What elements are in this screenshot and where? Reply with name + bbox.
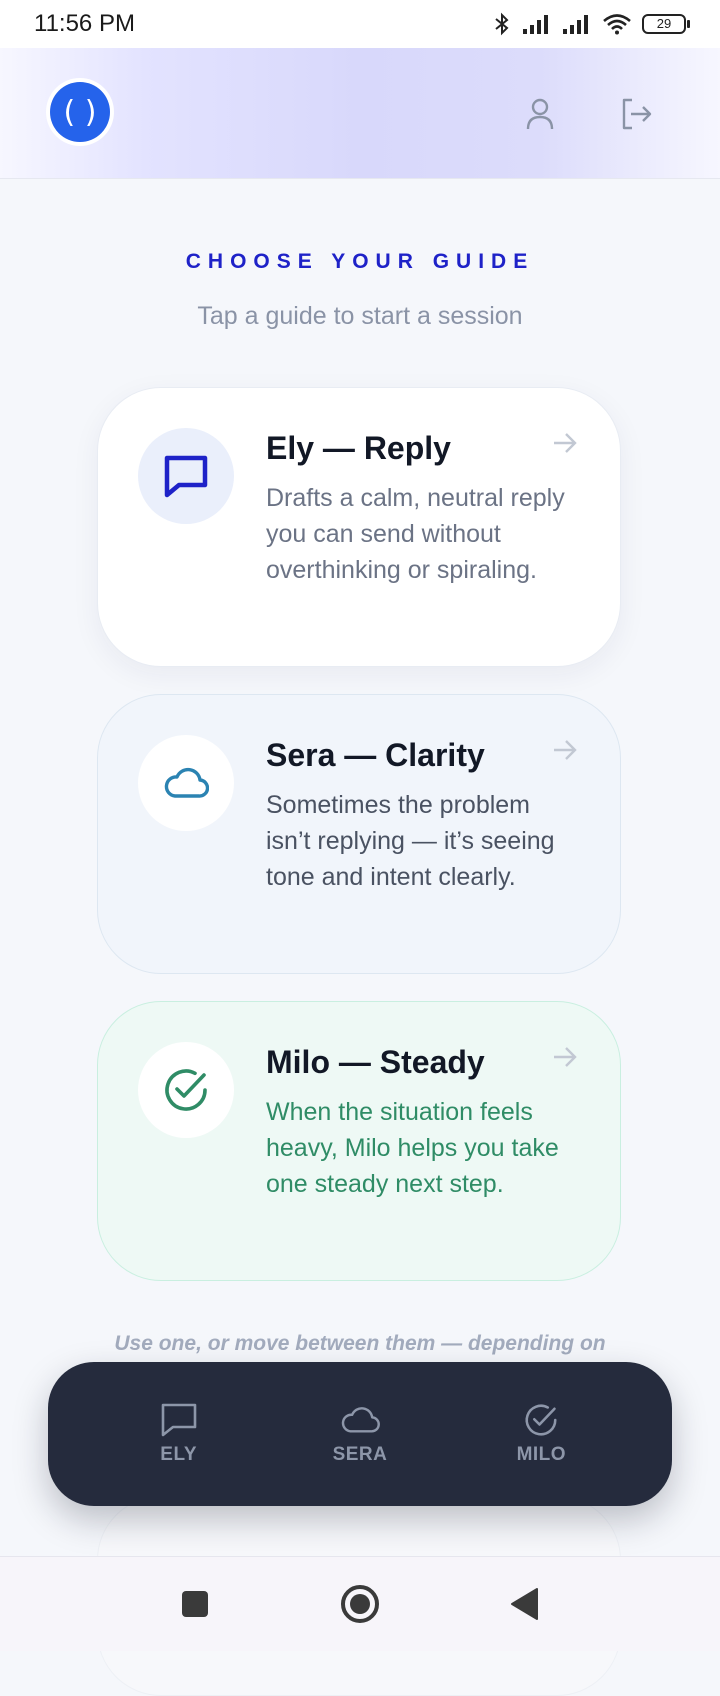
status-bar: 11:56 PM 29 (0, 0, 720, 48)
signal-icon (522, 13, 552, 35)
wifi-icon (602, 13, 632, 35)
arrow-right-icon (552, 432, 578, 459)
chat-bubble-icon (161, 1403, 196, 1437)
signal-icon (562, 13, 592, 35)
status-icons: 29 (492, 12, 690, 36)
profile-icon (526, 98, 554, 130)
guide-description: Sometimes the problem isn’t replying — i… (266, 791, 555, 891)
recents-button[interactable] (170, 1579, 220, 1629)
app-header: ( ) (0, 48, 720, 179)
app-logo[interactable]: ( ) (50, 82, 110, 142)
cloud-icon (138, 735, 234, 831)
status-time: 11:56 PM (34, 10, 135, 37)
guide-title: Sera — Clarity (266, 737, 485, 773)
logout-button[interactable] (614, 92, 658, 136)
guide-card-sera[interactable]: Sera — Clarity Sometimes the problem isn… (97, 694, 621, 974)
section-eyebrow: CHOOSE YOUR GUIDE (185, 250, 535, 273)
tab-ely[interactable]: ELY (114, 1402, 244, 1466)
bottom-tab-bar: ELY SERA MILO (48, 1362, 672, 1506)
cloud-icon (341, 1407, 380, 1433)
home-button[interactable] (335, 1579, 385, 1629)
bluetooth-icon (492, 12, 512, 36)
guide-title: Milo — Steady (266, 1044, 485, 1080)
tab-label: ELY (160, 1444, 198, 1465)
back-button[interactable] (500, 1579, 550, 1629)
battery-icon: 29 (642, 14, 690, 34)
arrow-right-icon (552, 739, 578, 766)
check-circle-icon (138, 1042, 234, 1138)
guide-description: Drafts a calm, neutral reply you can sen… (266, 484, 565, 584)
square-icon (182, 1591, 208, 1617)
tab-sera[interactable]: SERA (295, 1402, 425, 1466)
home-circle-icon (341, 1585, 379, 1623)
guide-description: When the situation feels heavy, Milo hel… (266, 1098, 559, 1198)
tab-label: SERA (332, 1444, 388, 1465)
arrow-right-icon (552, 1046, 578, 1073)
tab-milo[interactable]: MILO (476, 1402, 606, 1466)
guide-card-milo[interactable]: Milo — Steady When the situation feels h… (97, 1001, 621, 1281)
tab-label: MILO (516, 1444, 567, 1465)
guide-card-ely[interactable]: Ely — Reply Drafts a calm, neutral reply… (97, 387, 621, 667)
profile-button[interactable] (518, 92, 562, 136)
check-circle-icon (525, 1404, 557, 1436)
back-triangle-icon (511, 1588, 538, 1620)
section-subtitle: Tap a guide to start a session (197, 302, 523, 330)
system-nav-bar (0, 1556, 720, 1651)
footer-note: Use one, or move between them — dependin… (114, 1332, 606, 1355)
logout-icon (622, 98, 652, 130)
chat-bubble-icon (138, 428, 234, 524)
guide-title: Ely — Reply (266, 430, 451, 466)
